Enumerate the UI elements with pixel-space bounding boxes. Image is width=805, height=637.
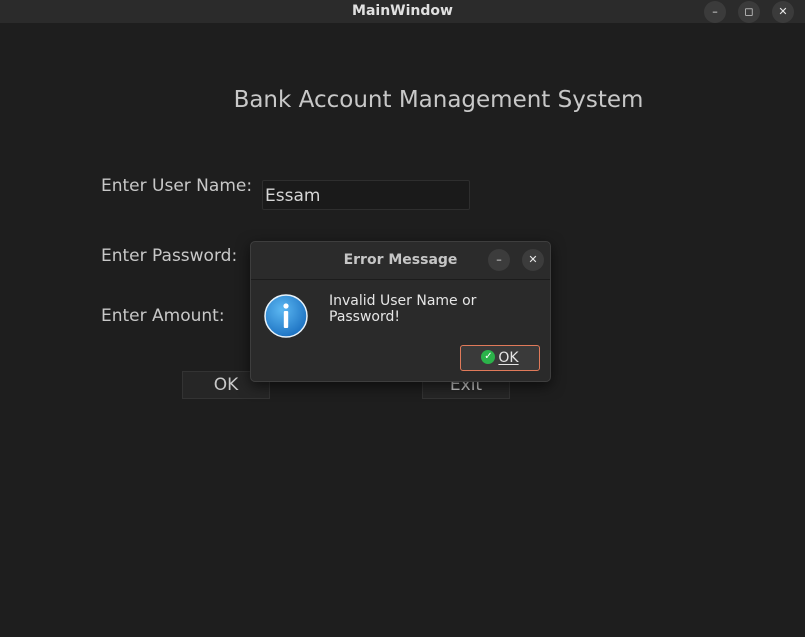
check-icon: ✓ xyxy=(481,350,496,364)
dialog-ok-label: OK xyxy=(498,350,519,366)
window-title: MainWindow xyxy=(352,3,453,19)
dialog-ok-button[interactable]: ✓ OK xyxy=(460,345,540,371)
username-field[interactable]: Essam xyxy=(262,180,470,210)
amount-label: Enter Amount: xyxy=(101,306,225,326)
maximize-icon[interactable]: ◻ xyxy=(738,1,760,23)
error-dialog: Error Message – ✕ Invalid User Name or P… xyxy=(250,241,551,382)
info-icon xyxy=(264,294,308,338)
page-title: Bank Account Management System xyxy=(233,87,644,113)
password-label: Enter Password: xyxy=(101,246,238,266)
dialog-titlebar[interactable]: Error Message – ✕ xyxy=(251,242,550,280)
window-titlebar[interactable]: MainWindow – ◻ ✕ xyxy=(0,0,805,23)
dialog-close-icon[interactable]: ✕ xyxy=(522,249,544,271)
minimize-icon[interactable]: – xyxy=(704,1,726,23)
main-window: MainWindow – ◻ ✕ Bank Account Management… xyxy=(0,0,805,637)
dialog-minimize-icon[interactable]: – xyxy=(488,249,510,271)
dialog-body: Invalid User Name or Password! ✓ OK xyxy=(251,280,550,381)
username-label: Enter User Name: xyxy=(101,176,253,196)
error-message: Invalid User Name or Password! xyxy=(329,293,477,325)
close-icon[interactable]: ✕ xyxy=(772,1,794,23)
